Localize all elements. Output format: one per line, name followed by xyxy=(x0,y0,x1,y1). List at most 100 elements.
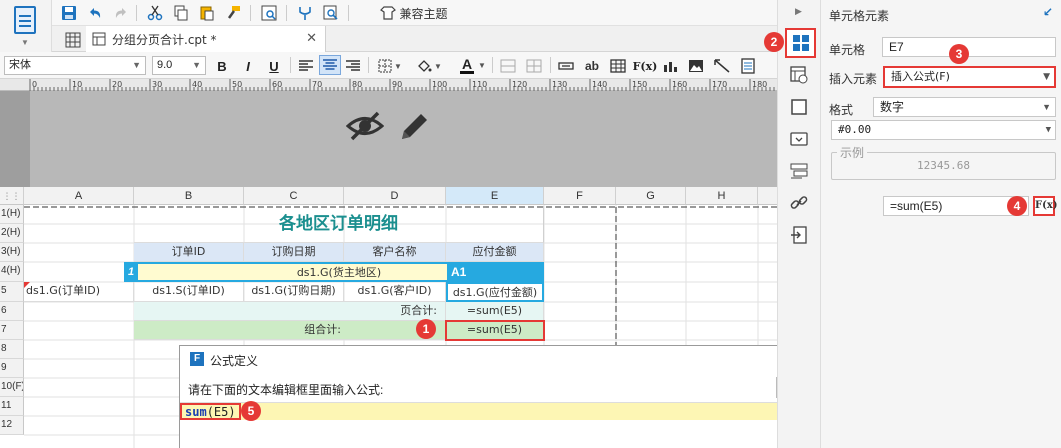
row-header-11[interactable]: 11 xyxy=(0,397,24,416)
formula-text[interactable]: sum(E5) xyxy=(180,403,241,420)
row-header-1[interactable]: 1(H) xyxy=(0,205,24,224)
row-header-7[interactable]: 7 xyxy=(0,321,24,340)
insert-chart-icon[interactable] xyxy=(660,56,680,76)
grid-icon[interactable] xyxy=(64,30,82,50)
dialog-title: 公式定义 xyxy=(210,354,259,368)
column-header-h[interactable]: H xyxy=(686,187,758,205)
chevron-down-icon: ▼ xyxy=(132,60,141,70)
insert-element-select[interactable]: 插入公式(F) ▼ xyxy=(883,66,1056,88)
column-header-b[interactable]: B xyxy=(134,187,244,205)
align-center-icon[interactable] xyxy=(319,55,341,75)
data-connect-icon[interactable] xyxy=(296,3,314,23)
insert-subreport-icon[interactable] xyxy=(738,56,758,76)
cut-icon[interactable] xyxy=(146,3,164,23)
select-all-corner[interactable]: ⋮⋮ xyxy=(0,187,24,205)
page-total-value[interactable]: =sum(E5) xyxy=(446,302,544,321)
close-icon[interactable]: ✕ xyxy=(306,30,317,46)
header-order-id[interactable]: 订单ID xyxy=(134,243,244,262)
report-title[interactable]: 各地区订单明细 xyxy=(134,206,544,243)
group-total-label[interactable]: 组合计: xyxy=(134,321,446,340)
insert-table-icon[interactable] xyxy=(608,56,628,76)
example-value: 12345.68 xyxy=(917,159,970,172)
row-header-6[interactable]: 6 xyxy=(0,302,24,321)
border-icon[interactable]: ▼ xyxy=(374,56,406,76)
column-header-e[interactable]: E xyxy=(446,187,544,205)
row-header-10[interactable]: 10(F) xyxy=(0,378,24,397)
cell-attribute-icon[interactable] xyxy=(790,66,808,87)
ruler-scale: 0 10 20 30 40 50 60 70 80 90 100 110 120 130 140 150 160… xyxy=(29,79,775,91)
formula-editor-button[interactable]: F(x) xyxy=(1033,196,1058,216)
chevron-down-icon[interactable]: ▼ xyxy=(478,61,486,70)
cell-b5[interactable]: ds1.S(订单ID) xyxy=(134,282,244,302)
merge-cells-icon[interactable] xyxy=(498,56,518,76)
column-header-a[interactable]: A xyxy=(24,187,134,205)
chevron-down-icon[interactable]: ▼ xyxy=(21,38,29,47)
cell-element-tab[interactable] xyxy=(785,28,816,58)
header-amount[interactable]: 应付金额 xyxy=(446,243,544,262)
tab-file[interactable]: 分组分页合计.cpt * ✕ xyxy=(86,26,326,52)
italic-button[interactable]: I xyxy=(238,56,258,76)
chevron-down-icon: ▼ xyxy=(1042,102,1051,112)
row-header-8[interactable]: 8 xyxy=(0,340,24,359)
row-header-12[interactable]: 12 xyxy=(0,416,24,435)
save-icon[interactable] xyxy=(60,3,78,23)
row-header-4[interactable]: 4(H) xyxy=(0,262,24,282)
redo-icon[interactable] xyxy=(112,3,130,23)
font-family-select[interactable]: 宋体 ▼ xyxy=(4,56,146,75)
underline-button[interactable]: U xyxy=(264,56,284,76)
edit-pencil-icon[interactable] xyxy=(398,109,430,146)
condition-attribute-icon[interactable] xyxy=(790,162,808,183)
compat-theme-button[interactable]: 兼容主题 xyxy=(374,3,454,23)
column-header-c[interactable]: C xyxy=(244,187,344,205)
report-param-icon[interactable] xyxy=(260,3,278,23)
main-toolbar: 兼容主题 xyxy=(52,0,777,26)
column-header-g[interactable]: G xyxy=(616,187,686,205)
float-element-icon[interactable] xyxy=(790,98,808,119)
header-customer-name[interactable]: 客户名称 xyxy=(344,243,446,262)
align-left-icon[interactable] xyxy=(296,56,316,76)
fill-color-icon[interactable]: ▼ xyxy=(412,56,446,76)
font-size-select[interactable]: 9.0 ▼ xyxy=(152,56,206,75)
format-select[interactable]: 数字 ▼ xyxy=(873,97,1056,117)
copy-icon[interactable] xyxy=(172,3,190,23)
paste-icon[interactable] xyxy=(198,3,216,23)
widget-settings-icon[interactable] xyxy=(790,130,808,151)
undo-icon[interactable] xyxy=(86,3,104,23)
bold-button[interactable]: B xyxy=(212,56,232,76)
split-cells-icon[interactable] xyxy=(524,56,544,76)
cell-e5[interactable]: ds1.G(应付金额) xyxy=(446,282,544,302)
ruler-label: 20 xyxy=(112,80,122,89)
row-header-2[interactable]: 2(H) xyxy=(0,224,24,243)
insert-formula-button[interactable]: F(x) xyxy=(632,56,658,76)
insert-image-icon[interactable] xyxy=(686,56,706,76)
pattern-select[interactable]: #0.00 ▼ xyxy=(831,120,1056,140)
cell-name-input[interactable]: E7 xyxy=(882,37,1056,57)
column-header-d[interactable]: D xyxy=(344,187,446,205)
fx-label: F(x) xyxy=(632,59,658,73)
row-header-3[interactable]: 3(H) xyxy=(0,243,24,262)
preview-search-icon[interactable] xyxy=(322,3,340,23)
align-right-icon[interactable] xyxy=(343,56,363,76)
row-header-5[interactable]: 5 xyxy=(0,282,24,302)
hyperlink-icon[interactable] xyxy=(790,194,808,215)
ruler-label: 150 xyxy=(632,80,647,89)
import-icon[interactable] xyxy=(790,226,808,247)
template-icon[interactable] xyxy=(14,6,36,34)
insert-richtext-button[interactable]: ab xyxy=(582,56,602,76)
cell-a5[interactable]: ds1.G(订单ID) xyxy=(24,282,134,302)
column-header-rest xyxy=(758,187,777,205)
chevron-right-icon[interactable]: ▶ xyxy=(795,6,802,17)
collapse-arrow-icon[interactable]: ↙ xyxy=(1043,5,1053,19)
badge-5: 5 xyxy=(241,401,261,421)
row-header-9[interactable]: 9 xyxy=(0,359,24,378)
column-header-f[interactable]: F xyxy=(544,187,616,205)
hide-eye-icon[interactable] xyxy=(345,111,385,144)
format-brush-icon[interactable] xyxy=(224,3,242,23)
header-order-date[interactable]: 订购日期 xyxy=(244,243,344,262)
page-total-label[interactable]: 页合计: xyxy=(134,302,446,321)
ruler-label: 170 xyxy=(712,80,727,89)
insert-text-icon[interactable] xyxy=(556,56,576,76)
insert-slash-icon[interactable] xyxy=(712,56,732,76)
cell-d5[interactable]: ds1.G(客户ID) xyxy=(344,282,446,302)
cell-c5[interactable]: ds1.G(订购日期) xyxy=(244,282,344,302)
